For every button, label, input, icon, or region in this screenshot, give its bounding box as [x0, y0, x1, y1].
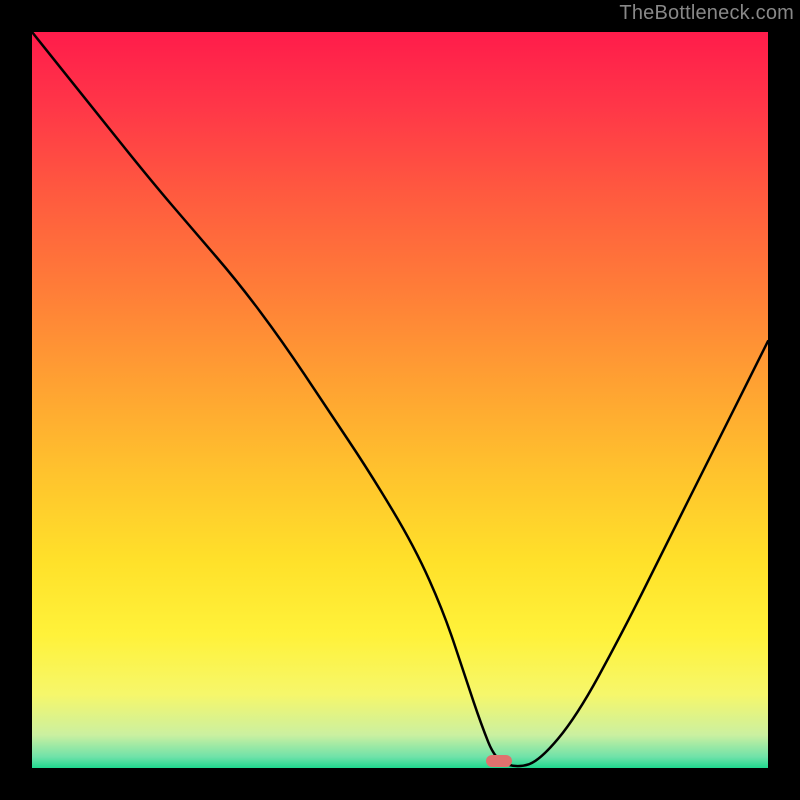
chart-svg: [32, 32, 768, 768]
plot-area: [32, 32, 768, 768]
chart-frame: TheBottleneck.com: [0, 0, 800, 800]
gradient-rect: [32, 32, 768, 768]
optimal-marker: [486, 755, 512, 767]
watermark-text: TheBottleneck.com: [619, 2, 794, 25]
